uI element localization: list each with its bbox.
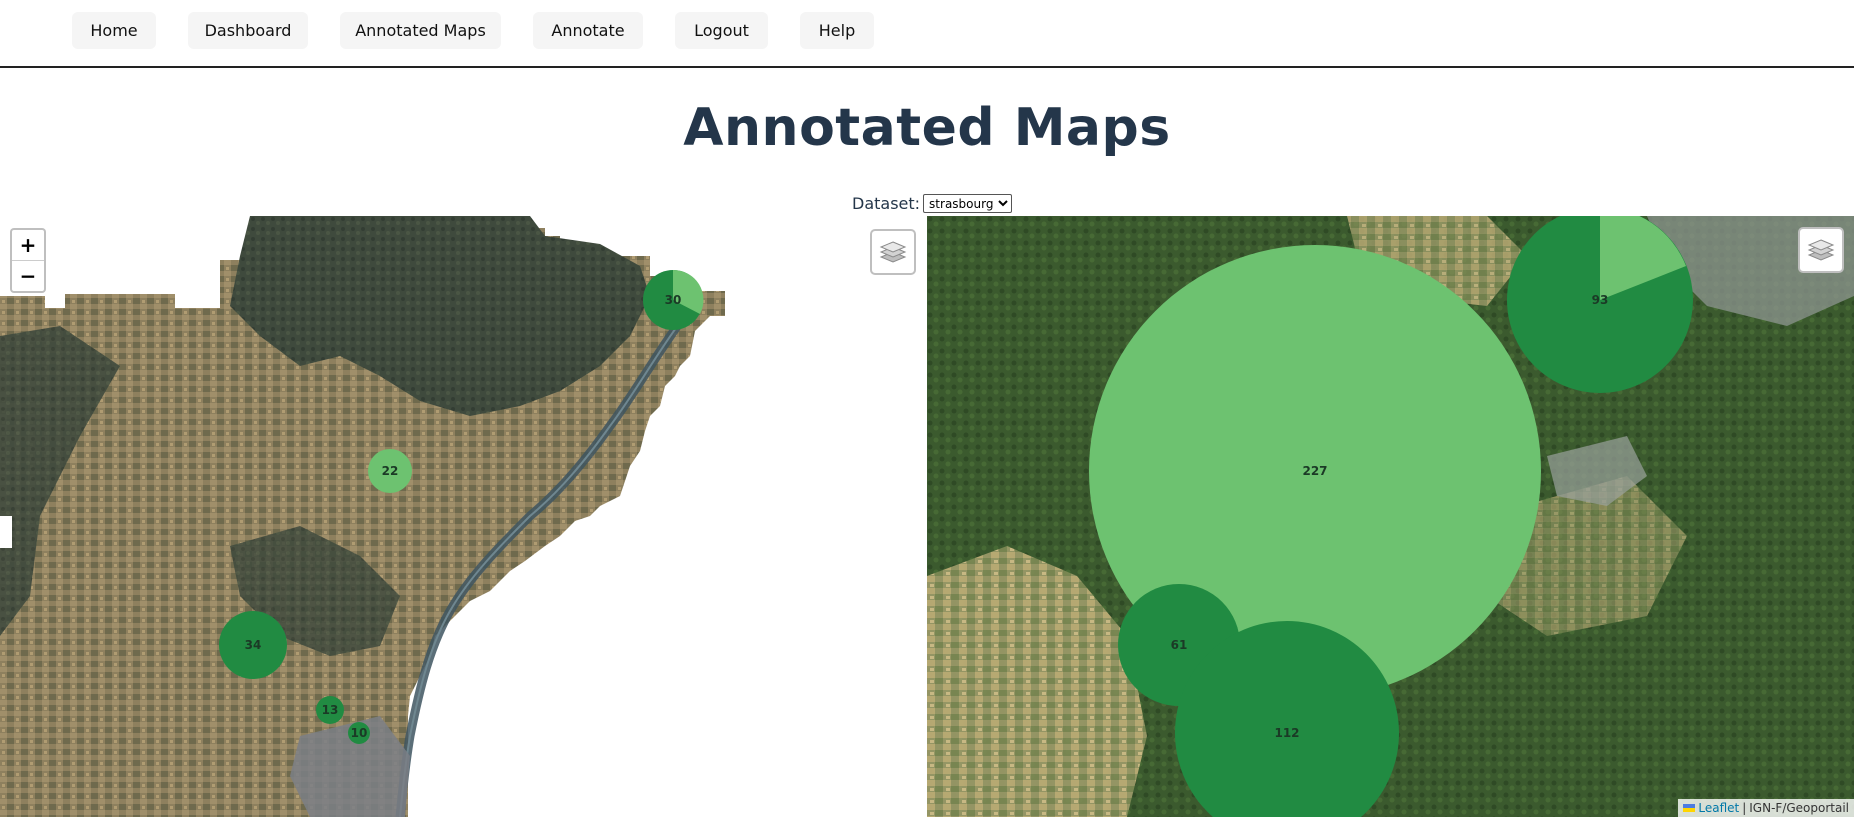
cluster-marker[interactable]: 34 xyxy=(219,611,287,679)
left-map[interactable]: 30 22 34 13 10 + − xyxy=(0,216,735,817)
cluster-marker[interactable]: 13 xyxy=(316,696,344,724)
right-map[interactable]: 227 93 61 112 Leaflet | IGN-F/Geoportail xyxy=(927,216,1854,817)
nav-dashboard-button[interactable]: Dashboard xyxy=(188,12,308,49)
nav-help-button[interactable]: Help xyxy=(800,12,874,49)
cluster-count: 10 xyxy=(351,726,368,740)
cluster-marker[interactable]: 30 xyxy=(643,269,704,330)
nav-annotate-button[interactable]: Annotate xyxy=(533,12,643,49)
nav-logout-button[interactable]: Logout xyxy=(675,12,768,49)
layers-icon xyxy=(879,241,907,263)
cluster-count: 61 xyxy=(1171,638,1188,652)
dataset-select[interactable]: strasbourg xyxy=(923,194,1013,213)
nav-annotated-maps-button[interactable]: Annotated Maps xyxy=(340,12,501,49)
cluster-count: 227 xyxy=(1302,464,1327,478)
page-title: Annotated Maps xyxy=(683,98,1171,158)
zoom-in-button[interactable]: + xyxy=(12,230,44,260)
zoom-out-button[interactable]: − xyxy=(12,260,44,291)
layers-control-right[interactable] xyxy=(1798,227,1844,273)
cluster-count: 34 xyxy=(245,638,262,652)
ukraine-flag-icon xyxy=(1683,804,1696,812)
cluster-count: 112 xyxy=(1274,726,1299,740)
dataset-label: Dataset: xyxy=(852,194,921,213)
left-map-imagery: 30 22 34 13 10 xyxy=(0,216,725,817)
layers-icon xyxy=(1807,239,1835,261)
map-attribution: Leaflet | IGN-F/Geoportail xyxy=(1678,799,1854,817)
cluster-marker[interactable]: 22 xyxy=(368,449,412,493)
cluster-count: 13 xyxy=(322,703,339,717)
nav-home-button[interactable]: Home xyxy=(72,12,156,49)
right-map-imagery: 227 93 61 112 xyxy=(927,216,1854,817)
cluster-count: 30 xyxy=(665,293,682,307)
cluster-marker[interactable]: 10 xyxy=(348,722,370,744)
zoom-control: + − xyxy=(10,228,46,293)
cluster-count: 93 xyxy=(1592,293,1609,307)
cluster-count: 22 xyxy=(382,464,399,478)
layers-control-left[interactable] xyxy=(870,229,916,275)
top-navigation: Home Dashboard Annotated Maps Annotate L… xyxy=(0,0,1854,68)
attribution-source: IGN-F/Geoportail xyxy=(1749,801,1849,815)
leaflet-link[interactable]: Leaflet xyxy=(1698,801,1739,815)
dataset-selector: Dataset: strasbourg xyxy=(852,194,1013,213)
attribution-separator: | xyxy=(1742,801,1747,815)
